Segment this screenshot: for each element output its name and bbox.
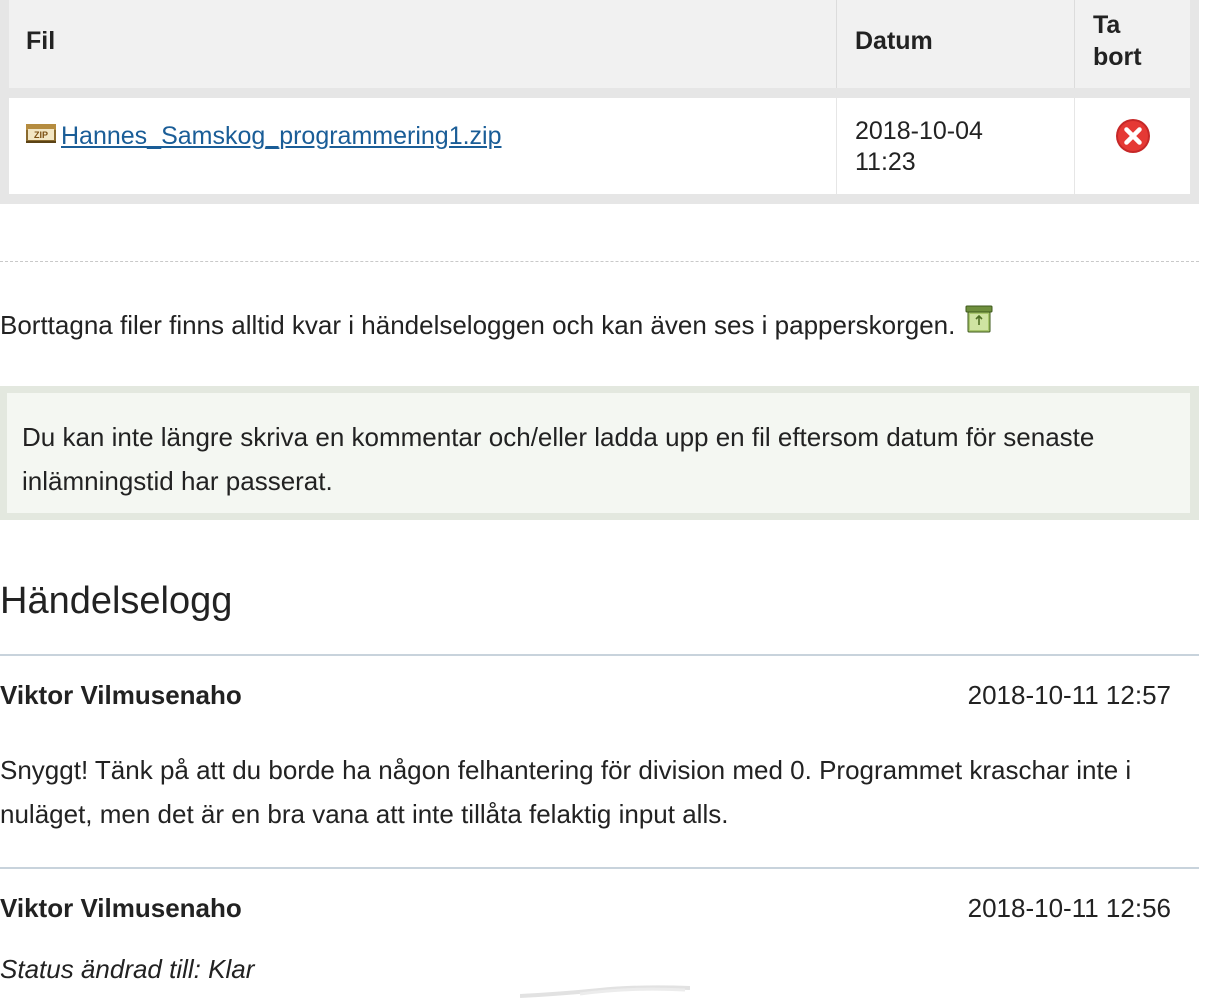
header-delete-line2: bort [1093,43,1142,71]
header-date: Datum [855,27,933,55]
deleted-files-info: Borttagna filer finns alltid kvar i händ… [0,305,995,342]
file-download-link[interactable]: ZIP Hannes_Samskog_programmering1.zip [25,122,502,151]
file-date-line1: 2018-10-04 [855,117,983,145]
log-entry-author: Viktor Vilmusenaho [0,680,242,710]
log-entry-comment: Snyggt! Tänk på att du borde ha någon fe… [0,755,1132,829]
log-entry-time: 2018-10-11 12:57 [967,680,1171,710]
dashed-divider [0,261,1199,262]
header-delete: Ta bort [1093,9,1142,73]
log-entry-time: 2018-10-11 12:56 [967,893,1171,923]
file-name: Hannes_Samskog_programmering1.zip [61,122,502,150]
log-divider [0,867,1199,869]
submission-page: Fil Datum Ta bort ZIP Hannes_Samskog_pro… [0,0,1199,1004]
delete-file-button[interactable] [1115,118,1151,154]
recycle-bin-icon[interactable] [963,303,995,335]
log-entry-status: Status ändrad till: Klar [0,954,255,984]
column-separator [836,98,837,194]
info-text: Borttagna filer finns alltid kvar i händ… [0,310,956,340]
column-separator [836,0,837,88]
svg-text:ZIP: ZIP [34,130,48,140]
file-time-line2: 11:23 [855,148,916,176]
event-log-title: Händelselogg [0,580,233,622]
header-file: Fil [26,27,56,55]
header-delete-line1: Ta [1093,11,1121,39]
column-separator [1074,98,1075,194]
log-divider [0,654,1199,656]
red-x-circle-icon [1116,119,1150,153]
zip-file-icon: ZIP [25,121,57,145]
deadline-notice: Du kan inte längre skriva en kommentar o… [0,386,1199,520]
file-table: Fil Datum Ta bort ZIP Hannes_Samskog_pro… [0,0,1199,204]
column-separator [1074,0,1075,88]
file-date: 2018-10-04 11:23 [855,116,983,178]
decorative-smudge [520,985,690,998]
table-row: ZIP Hannes_Samskog_programmering1.zip 20… [9,98,1190,194]
notice-text: Du kan inte längre skriva en kommentar o… [22,422,1095,496]
table-header-row: Fil Datum Ta bort [9,0,1190,88]
notice-panel: Du kan inte längre skriva en kommentar o… [7,393,1190,513]
log-entry-author: Viktor Vilmusenaho [0,893,242,923]
